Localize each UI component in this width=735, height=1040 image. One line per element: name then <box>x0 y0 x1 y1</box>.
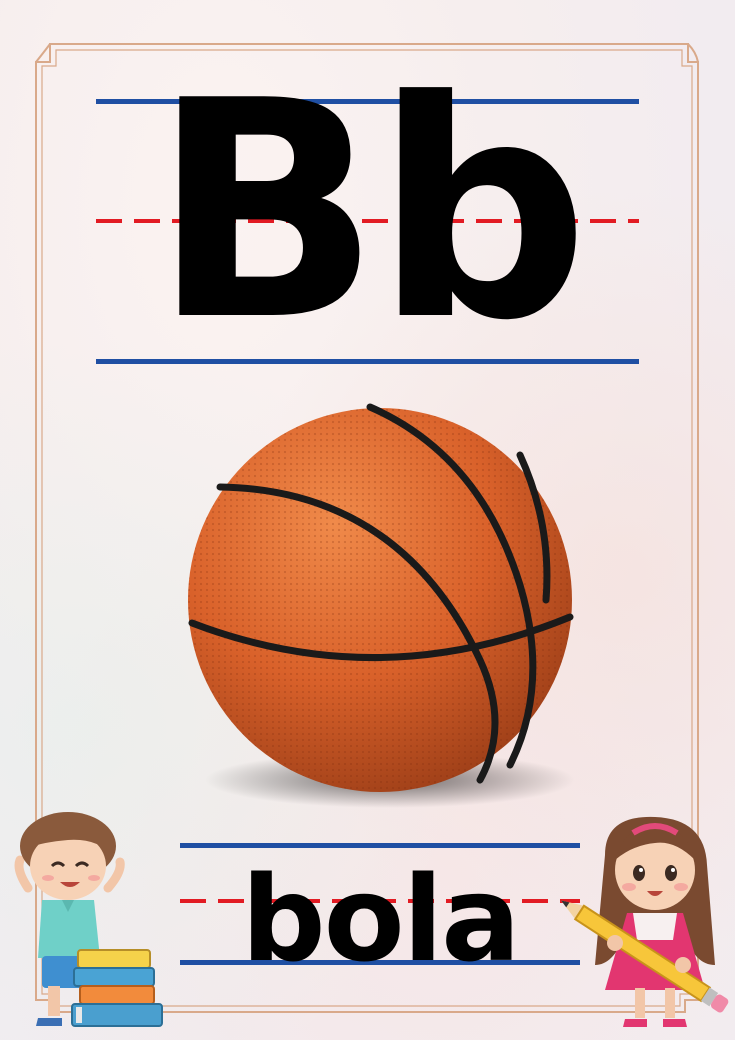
example-word: bola <box>241 850 521 988</box>
girl-with-pencil-illustration <box>561 816 729 1027</box>
basketball-picture <box>180 395 580 819</box>
word-top-guide-line <box>180 843 580 848</box>
boy-with-books-illustration <box>14 812 163 1027</box>
letter-pair: Bb <box>151 37 589 386</box>
